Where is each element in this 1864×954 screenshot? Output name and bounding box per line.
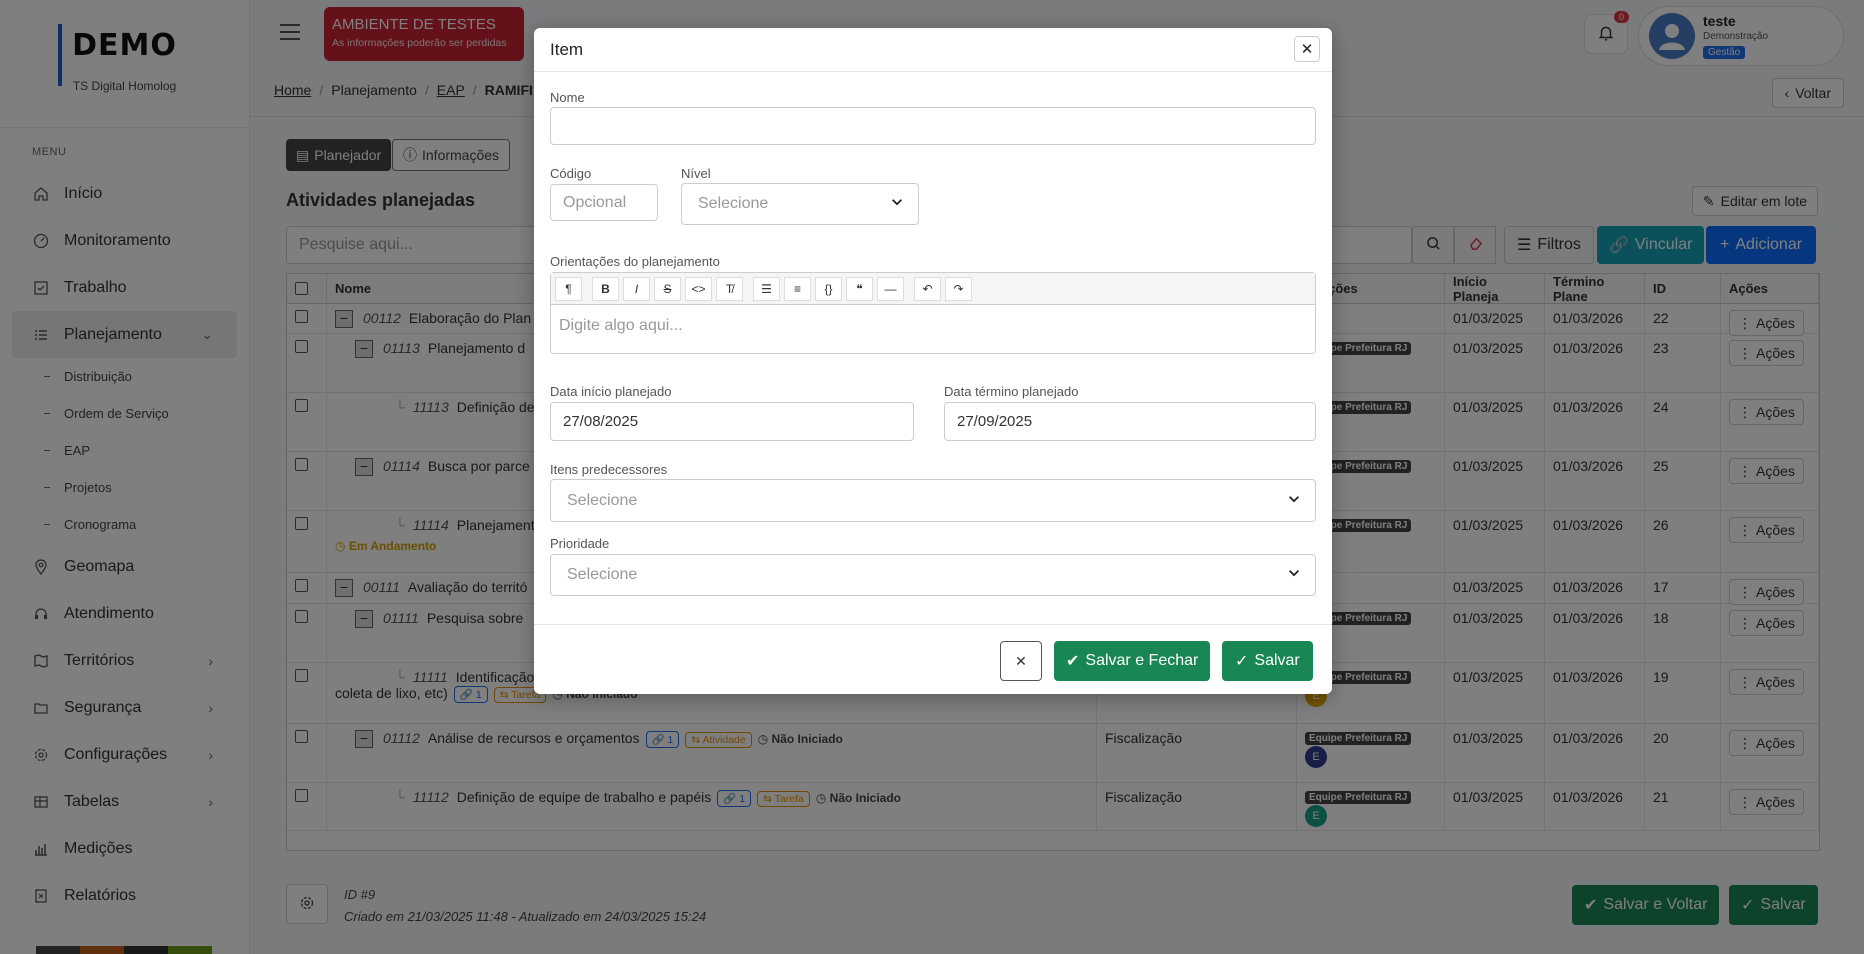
strikethrough-icon[interactable]: S [654, 276, 681, 301]
modal-salvar-button[interactable]: ✓ Salvar [1222, 641, 1313, 681]
close-icon: ✕ [1300, 41, 1314, 58]
salvar-fechar-label: Salvar e Fechar [1085, 652, 1199, 669]
modal-salvar-label: Salvar [1254, 652, 1300, 669]
nome-input[interactable] [550, 107, 1316, 145]
code-icon[interactable]: <> [685, 276, 712, 301]
modal-footer-divider [534, 624, 1332, 625]
predecessores-placeholder: Selecione [567, 491, 638, 509]
nivel-placeholder: Selecione [698, 195, 769, 212]
quote-icon[interactable]: ❝ [846, 276, 873, 301]
modal-header: Item ✕ [534, 28, 1332, 72]
rich-text-editor: ¶ B I S <> T̸ ☰ ≡ {} ❝ — ↶ ↷ Digite algo… [550, 272, 1316, 354]
chevron-down-icon [1287, 566, 1301, 585]
codigo-label: Código [550, 166, 592, 181]
double-check-icon: ✔ [1066, 653, 1080, 670]
prioridade-select[interactable]: Selecione [550, 554, 1316, 596]
italic-icon[interactable]: I [623, 276, 650, 301]
close-icon: ✕ [1015, 652, 1027, 669]
data-inicio-input[interactable]: 27/08/2025 [550, 402, 914, 441]
paragraph-icon[interactable]: ¶ [555, 276, 582, 301]
codigo-placeholder: Opcional [563, 193, 627, 211]
data-inicio-label: Data início planejado [550, 384, 672, 399]
clear-format-icon[interactable]: T̸ [716, 276, 743, 301]
prioridade-label: Prioridade [550, 536, 610, 551]
orientacoes-label: Orientações do planejamento [550, 254, 720, 269]
predecessores-label: Itens predecessores [550, 462, 668, 477]
nivel-label: Nível [681, 166, 711, 181]
code-block-icon[interactable]: {} [815, 276, 842, 301]
bullet-list-icon[interactable]: ☰ [753, 276, 780, 301]
chevron-down-icon [890, 195, 904, 214]
predecessores-select[interactable]: Selecione [550, 479, 1316, 522]
redo-icon[interactable]: ↷ [945, 276, 972, 301]
nivel-select[interactable]: Selecione [681, 183, 919, 225]
data-termino-input[interactable]: 27/09/2025 [944, 402, 1316, 441]
chevron-down-icon [1287, 491, 1301, 510]
editor-content[interactable]: Digite algo aqui... [551, 305, 1315, 347]
ordered-list-icon[interactable]: ≡ [784, 276, 811, 301]
undo-icon[interactable]: ↶ [914, 276, 941, 301]
codigo-input[interactable]: Opcional [550, 184, 658, 221]
horizontal-rule-icon[interactable]: — [877, 276, 904, 301]
modal-title: Item [550, 39, 584, 59]
prioridade-placeholder: Selecione [567, 566, 638, 583]
bold-icon[interactable]: B [592, 276, 619, 301]
modal-cancel-button[interactable]: ✕ [1000, 641, 1042, 681]
item-modal: Item ✕ Nome Código Opcional Nível Seleci… [534, 28, 1332, 694]
check-icon: ✓ [1235, 653, 1249, 670]
editor-toolbar: ¶ B I S <> T̸ ☰ ≡ {} ❝ — ↶ ↷ [551, 273, 1315, 305]
salvar-fechar-button[interactable]: ✔ Salvar e Fechar [1054, 641, 1211, 681]
nome-label: Nome [550, 90, 585, 105]
data-termino-label: Data término planejado [944, 384, 1079, 399]
modal-close-button[interactable]: ✕ [1294, 36, 1320, 62]
